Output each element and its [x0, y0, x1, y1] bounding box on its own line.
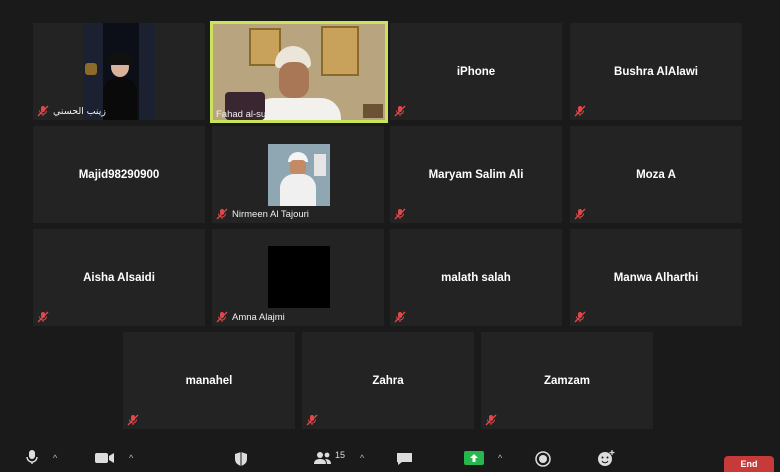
participant-label	[127, 414, 139, 426]
participant-avatar	[268, 246, 330, 308]
video-icon	[95, 453, 114, 463]
participant-name-center: Majid98290900	[78, 168, 160, 181]
participants-button[interactable]: 15	[313, 450, 346, 465]
mic-options-caret[interactable]: ^	[53, 453, 57, 463]
muted-mic-icon	[127, 414, 139, 426]
participant-label	[485, 414, 497, 426]
participant-name: Fahad al-subhi	[216, 109, 279, 120]
participant-tile[interactable]: زينب الحسني	[33, 23, 205, 120]
security-button[interactable]	[234, 451, 248, 467]
participant-tile[interactable]: Zamzam	[481, 332, 653, 429]
participant-name-center: manahel	[185, 374, 233, 387]
participant-name-center: Zamzam	[543, 374, 591, 387]
share-screen-button[interactable]	[464, 451, 484, 465]
muted-mic-icon	[394, 311, 406, 323]
muted-mic-icon	[394, 105, 406, 117]
participant-tile[interactable]: Nirmeen Al Tajouri	[212, 126, 384, 223]
participant-tile[interactable]: Moza A	[570, 126, 742, 223]
muted-mic-icon	[394, 208, 406, 220]
muted-mic-icon	[574, 105, 586, 117]
participant-name: Nirmeen Al Tajouri	[232, 208, 309, 220]
participant-name-center: Aisha Alsaidi	[83, 271, 155, 284]
record-button[interactable]	[535, 451, 551, 467]
muted-mic-icon	[37, 311, 49, 323]
participant-name-center: Manwa Alharthi	[613, 271, 699, 284]
muted-mic-icon	[37, 105, 49, 117]
share-options-caret[interactable]: ^	[498, 453, 502, 463]
muted-mic-icon	[216, 208, 228, 220]
participant-label	[574, 311, 586, 323]
participant-label	[37, 311, 49, 323]
participant-tile[interactable]: Zahra	[302, 332, 474, 429]
participant-tile[interactable]: Majid98290900	[33, 126, 205, 223]
participant-name-center: iPhone	[456, 65, 496, 78]
mic-button[interactable]	[25, 449, 39, 465]
participant-name: Amna Alajmi	[232, 311, 285, 323]
participant-tile[interactable]: malath salah	[390, 229, 562, 326]
reactions-icon	[598, 450, 615, 466]
participant-tile[interactable]: Maryam Salim Ali	[390, 126, 562, 223]
muted-mic-icon	[216, 311, 228, 323]
participant-label: Fahad al-subhi	[216, 109, 279, 120]
chat-icon	[397, 453, 412, 465]
participant-name-center: Moza A	[636, 168, 676, 181]
participant-label	[306, 414, 318, 426]
muted-mic-icon	[574, 208, 586, 220]
participant-tile[interactable]: Aisha Alsaidi	[33, 229, 205, 326]
participant-label	[394, 208, 406, 220]
participant-tile[interactable]: Amna Alajmi	[212, 229, 384, 326]
participants-count: 15	[335, 450, 346, 460]
participant-name-center: Maryam Salim Ali	[428, 168, 524, 181]
participant-tile[interactable]: iPhone	[390, 23, 562, 120]
participant-label	[394, 311, 406, 323]
share-screen-icon	[464, 451, 484, 465]
meeting-toolbar: ^ ^ 15 ^ ^	[0, 447, 780, 470]
participant-tile[interactable]: Manwa Alharthi	[570, 229, 742, 326]
participant-tile[interactable]: Bushra AlAlawi	[570, 23, 742, 120]
participant-name: زينب الحسني	[53, 105, 106, 117]
participant-label	[574, 208, 586, 220]
participant-tile[interactable]: manahel	[123, 332, 295, 429]
muted-mic-icon	[574, 311, 586, 323]
participants-icon	[314, 452, 331, 464]
participant-label	[574, 105, 586, 117]
participant-video	[213, 24, 385, 120]
chat-button[interactable]	[396, 452, 413, 466]
participant-avatar	[268, 144, 330, 206]
reactions-button[interactable]	[597, 450, 615, 467]
video-options-caret[interactable]: ^	[129, 453, 133, 463]
participant-name-center: malath salah	[441, 271, 511, 284]
end-label: End	[740, 459, 758, 469]
participant-label: Nirmeen Al Tajouri	[216, 208, 309, 220]
mic-icon	[26, 450, 38, 464]
participant-label	[394, 105, 406, 117]
record-icon	[535, 451, 551, 467]
participant-name-center: Bushra AlAlawi	[614, 65, 698, 78]
participant-name-center: Zahra	[372, 374, 404, 387]
video-button[interactable]	[95, 452, 115, 464]
muted-mic-icon	[306, 414, 318, 426]
participant-label: Amna Alajmi	[216, 311, 285, 323]
participant-label: زينب الحسني	[37, 105, 106, 117]
security-shield-icon	[235, 452, 247, 466]
participants-options-caret[interactable]: ^	[360, 453, 364, 463]
muted-mic-icon	[485, 414, 497, 426]
active-speaker-tile[interactable]: Fahad al-subhi	[210, 21, 388, 123]
